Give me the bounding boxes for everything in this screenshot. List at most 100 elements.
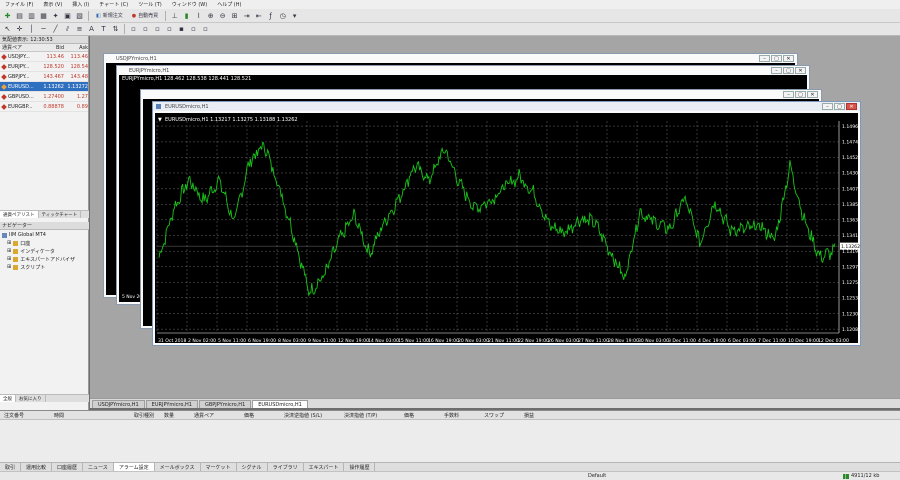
col-profit[interactable]: 損益: [520, 412, 560, 419]
period-d1-icon[interactable]: ▫: [200, 24, 211, 35]
maximize-icon[interactable]: ▢: [771, 55, 782, 62]
chart-tab-eurusd[interactable]: EURUSDmicro,H1: [252, 400, 308, 408]
tab-general[interactable]: 全般: [0, 395, 16, 402]
maximize-icon[interactable]: ▢: [834, 103, 845, 110]
tile-windows-icon[interactable]: ⊞: [229, 10, 240, 21]
market-watch-icon[interactable]: ▥: [26, 10, 37, 21]
symbol-column-header[interactable]: 通貨ペア: [0, 44, 39, 51]
label-icon[interactable]: T: [98, 24, 109, 35]
tab-market[interactable]: マーケット: [201, 463, 237, 471]
close-icon[interactable]: ✕: [783, 55, 794, 62]
period-m1-icon[interactable]: ▫: [128, 24, 139, 35]
chart-tab-gbpjpy[interactable]: GBPJPYmicro,H1: [198, 400, 252, 408]
menu-file[interactable]: ファイル (F): [0, 1, 38, 8]
col-size[interactable]: 数量: [160, 412, 190, 419]
templates-icon[interactable]: ▾: [289, 10, 300, 21]
tab-alerts[interactable]: アラーム設定: [113, 463, 155, 471]
tab-symbols[interactable]: 通貨ペアリスト: [0, 211, 39, 218]
close-icon[interactable]: ✕: [846, 103, 857, 110]
market-watch-row[interactable]: USDJPY... 113.46 113.46: [0, 52, 88, 62]
data-window-icon[interactable]: ▦: [38, 10, 49, 21]
tab-signals[interactable]: シグナル: [237, 463, 268, 471]
nav-item-indicators[interactable]: ⊞ インディケータ: [2, 247, 89, 255]
ask-column-header[interactable]: Ask: [64, 45, 88, 51]
vertical-line-icon[interactable]: │: [26, 24, 37, 35]
indicators-icon[interactable]: ƒ: [265, 10, 276, 21]
chart-shift-icon[interactable]: ⇤: [253, 10, 264, 21]
tab-tick-chart[interactable]: ティックチャート: [39, 211, 82, 218]
col-sl[interactable]: 決済逆指値 (S/L): [280, 412, 340, 419]
period-h4-icon[interactable]: ▫: [188, 24, 199, 35]
chart-tab-usdjpy[interactable]: USDJPYmicro,H1: [92, 400, 145, 408]
autoscroll-icon[interactable]: ⇥: [241, 10, 252, 21]
market-watch-row[interactable]: EURGBP... 0.88878 0.89: [0, 102, 88, 112]
period-m5-icon[interactable]: ▫: [140, 24, 151, 35]
market-watch-row[interactable]: EURJPY... 128.520 128.54: [0, 62, 88, 72]
nav-item-experts[interactable]: ⊞ エキスパートアドバイザ: [2, 255, 89, 263]
tester-icon[interactable]: ▧: [74, 10, 85, 21]
period-h1-icon[interactable]: ▪: [176, 24, 187, 35]
chart-tab-eurjpy[interactable]: EURJPYmicro,H1: [145, 400, 198, 408]
crosshair-icon[interactable]: ✛: [14, 24, 25, 35]
minimize-icon[interactable]: –: [759, 55, 770, 62]
menu-chart[interactable]: チャート (C): [94, 1, 133, 8]
menu-view[interactable]: 表示 (V): [38, 1, 67, 8]
minimize-icon[interactable]: –: [822, 103, 833, 110]
col-swap[interactable]: スワップ: [480, 412, 520, 419]
menu-tools[interactable]: ツール (T): [133, 1, 167, 8]
channel-icon[interactable]: ⫽: [62, 24, 73, 35]
chart-window-eurusd[interactable]: EURUSDmicro,H1 – ▢ ✕ EURUSDmicro,H1 1.13…: [152, 101, 861, 346]
menu-help[interactable]: ヘルプ (H): [212, 1, 246, 8]
col-tp[interactable]: 決済指値 (T/P): [340, 412, 400, 419]
nav-item-account-root[interactable]: IIM Global MT4: [2, 231, 89, 239]
col-order[interactable]: 注文番号: [0, 412, 50, 419]
trendline-icon[interactable]: ╱: [50, 24, 61, 35]
col-type[interactable]: 取引種別: [130, 412, 160, 419]
tab-journal[interactable]: 操作履歴: [344, 463, 376, 471]
market-watch-row[interactable]: GBPUSD... 1.27400 1.27: [0, 92, 88, 102]
bid-column-header[interactable]: Bid: [39, 45, 64, 51]
tab-news[interactable]: ニュース: [83, 463, 114, 471]
period-m15-icon[interactable]: ▫: [152, 24, 163, 35]
arrows-icon[interactable]: ⇅: [110, 24, 121, 35]
maximize-icon[interactable]: ▢: [795, 91, 806, 98]
tab-exposure[interactable]: 運用比較: [21, 463, 53, 471]
market-watch-row[interactable]: GBPJPY... 143.467 143.48: [0, 72, 88, 82]
tab-mailbox[interactable]: メールボックス: [155, 463, 201, 471]
col-current-price[interactable]: 価格: [400, 412, 440, 419]
tab-history[interactable]: 口座履歴: [52, 463, 84, 471]
period-m30-icon[interactable]: ▫: [164, 24, 175, 35]
close-icon[interactable]: ✕: [795, 67, 806, 74]
zoom-in-icon[interactable]: ⊕: [205, 10, 216, 21]
candlestick-icon[interactable]: ▮: [181, 10, 192, 21]
new-chart-icon[interactable]: ✚: [2, 10, 13, 21]
chart-canvas[interactable]: EURUSDmicro,H1 1.13217 1.13275 1.13188 1…: [155, 113, 861, 344]
tab-favorites[interactable]: お気に入り: [16, 395, 46, 402]
col-price[interactable]: 価格: [240, 412, 280, 419]
col-time[interactable]: 時間: [50, 412, 130, 419]
zoom-out-icon[interactable]: ⊖: [217, 10, 228, 21]
market-watch-row-selected[interactable]: EURUSD... 1.13262 1.13272: [0, 82, 88, 92]
maximize-icon[interactable]: ▢: [783, 67, 794, 74]
auto-trade-button[interactable]: ● 自動売買: [128, 10, 162, 21]
terminal-icon[interactable]: ▣: [62, 10, 73, 21]
col-commission[interactable]: 手数料: [440, 412, 480, 419]
line-chart-icon[interactable]: ⌇: [193, 10, 204, 21]
nav-item-scripts[interactable]: ⊞ スクリプト: [2, 263, 89, 271]
nav-item-accounts[interactable]: ⊞ 口座: [2, 239, 89, 247]
menu-window[interactable]: ウィンドウ (W): [167, 1, 212, 8]
navigator-icon[interactable]: ✦: [50, 10, 61, 21]
menu-insert[interactable]: 挿入 (I): [67, 1, 94, 8]
tab-trade[interactable]: 取引: [0, 463, 22, 471]
minimize-icon[interactable]: –: [771, 67, 782, 74]
close-icon[interactable]: ✕: [807, 91, 818, 98]
periods-icon[interactable]: ◷: [277, 10, 288, 21]
new-order-button[interactable]: ◧ 新規注文: [92, 10, 127, 21]
tab-experts[interactable]: エキスパート: [304, 463, 345, 471]
horizontal-line-icon[interactable]: ─: [38, 24, 49, 35]
bar-chart-icon[interactable]: ⊥: [169, 10, 180, 21]
col-symbol[interactable]: 通貨ペア: [190, 412, 240, 419]
text-icon[interactable]: A: [86, 24, 97, 35]
profiles-icon[interactable]: ▤: [14, 10, 25, 21]
cursor-icon[interactable]: ↖: [2, 24, 13, 35]
